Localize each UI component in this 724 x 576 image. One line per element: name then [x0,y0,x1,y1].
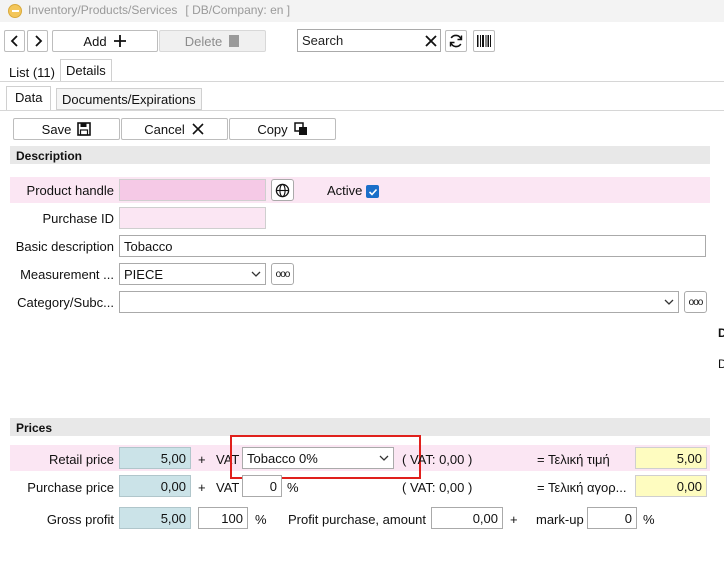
final-price-input[interactable]: 5,00 [635,447,707,469]
barcode-icon [477,35,491,47]
globe-button[interactable] [271,179,294,201]
copy-icon [293,122,307,135]
search-input[interactable]: Search [302,33,343,48]
retail-price-input[interactable]: 5,00 [119,447,191,469]
plus-sign-profit: + [510,512,518,527]
plus-icon [113,35,126,47]
final-price-label: = Τελική τιμή [537,452,610,467]
purchase-id-label: Purchase ID [42,211,114,226]
floppy-disk-icon [77,122,92,136]
subtab-divider [0,110,724,111]
cancel-button[interactable]: Cancel [121,118,228,140]
basic-description-input[interactable]: Tobacco [119,235,706,257]
barcode-button[interactable] [473,30,495,52]
close-icon [192,123,204,135]
chevron-left-icon [10,35,18,47]
forward-button[interactable] [27,30,48,52]
search-box[interactable]: Search [297,29,441,52]
markup-percent-sign: % [643,512,655,527]
purchase-price-input[interactable]: 0,00 [119,475,191,497]
prices-header: Prices [10,418,710,436]
gross-profit-percent-sign: % [255,512,267,527]
save-button-label: Save [41,121,72,137]
measurement-select[interactable]: PIECE [119,263,266,285]
tab-list[interactable]: List (11) [4,62,60,83]
profit-purchase-input[interactable]: 0,00 [431,507,503,529]
purchase-vat-text: ( VAT: 0,00 ) [402,480,473,495]
markup-input[interactable]: 0 [587,507,637,529]
purchase-id-input[interactable] [119,207,266,229]
delete-button[interactable]: Delete [159,30,266,52]
measurement-value: PIECE [124,266,164,282]
purchase-vat-label: VAT [216,480,240,495]
description-header: Description [10,146,710,164]
close-icon[interactable] [424,34,438,48]
clipped-side-label-2: D [718,357,724,371]
final-purchase-input[interactable]: 0,00 [635,475,707,497]
app-icon [8,4,22,18]
tab-divider [0,81,724,82]
purchase-vat-percent: % [287,480,299,495]
back-button[interactable] [4,30,25,52]
category-select[interactable] [119,291,679,313]
highlight-box [230,435,421,479]
refresh-icon [449,34,463,48]
chevron-down-icon [664,299,674,305]
measurement-label: Measurement ... [20,267,114,282]
active-label: Active [327,183,363,198]
basic-description-label: Basic description [15,239,114,254]
gross-profit-label: Gross profit [46,512,114,527]
window-title-text: Inventory/Products/Services [28,3,178,17]
gross-profit-percent-input[interactable]: 100 [198,507,248,529]
product-handle-input[interactable] [119,179,266,201]
delete-button-label: Delete [184,33,223,49]
db-info: [ DB/Company: en ] [185,3,291,17]
category-label: Category/Subc... [17,295,114,310]
checkmark-icon [368,188,377,196]
cancel-button-label: Cancel [144,121,185,137]
final-purchase-label: = Τελική αγορ... [537,480,627,495]
tab-documents-expirations[interactable]: Documents/Expirations [56,88,202,110]
markup-label: mark-up [536,512,584,527]
profit-purchase-label: Profit purchase, amount [288,512,427,527]
product-handle-label: Product handle [26,183,114,198]
tab-data[interactable]: Data [6,86,52,110]
plus-sign: + [198,452,206,467]
purchase-price-label: Purchase price [27,480,114,495]
globe-icon [275,183,290,197]
chevron-right-icon [34,35,42,47]
chevron-down-icon [251,271,261,277]
save-button[interactable]: Save [13,118,120,140]
category-more-button[interactable]: ooo [684,291,707,313]
window-title: Inventory/Products/Services [ DB/Company:… [28,3,290,17]
add-button[interactable]: Add [52,30,158,52]
retail-vat-text: ( VAT: 0,00 ) [402,452,473,467]
active-checkbox[interactable] [366,185,379,198]
plus-sign-purchase: + [198,480,206,495]
tab-details[interactable]: Details [60,59,112,82]
gross-profit-input[interactable]: 5,00 [119,507,191,529]
retail-price-label: Retail price [48,452,114,467]
measurement-more-button[interactable]: ooo [271,263,294,285]
clipped-side-label-1: D [718,326,724,340]
title-bar: Inventory/Products/Services [ DB/Company:… [0,0,724,22]
copy-button[interactable]: Copy [229,118,336,140]
purchase-vat-input[interactable]: 0 [242,475,282,497]
refresh-button[interactable] [445,30,467,52]
add-button-label: Add [83,33,107,49]
trash-icon [229,35,240,47]
copy-button-label: Copy [257,121,288,137]
